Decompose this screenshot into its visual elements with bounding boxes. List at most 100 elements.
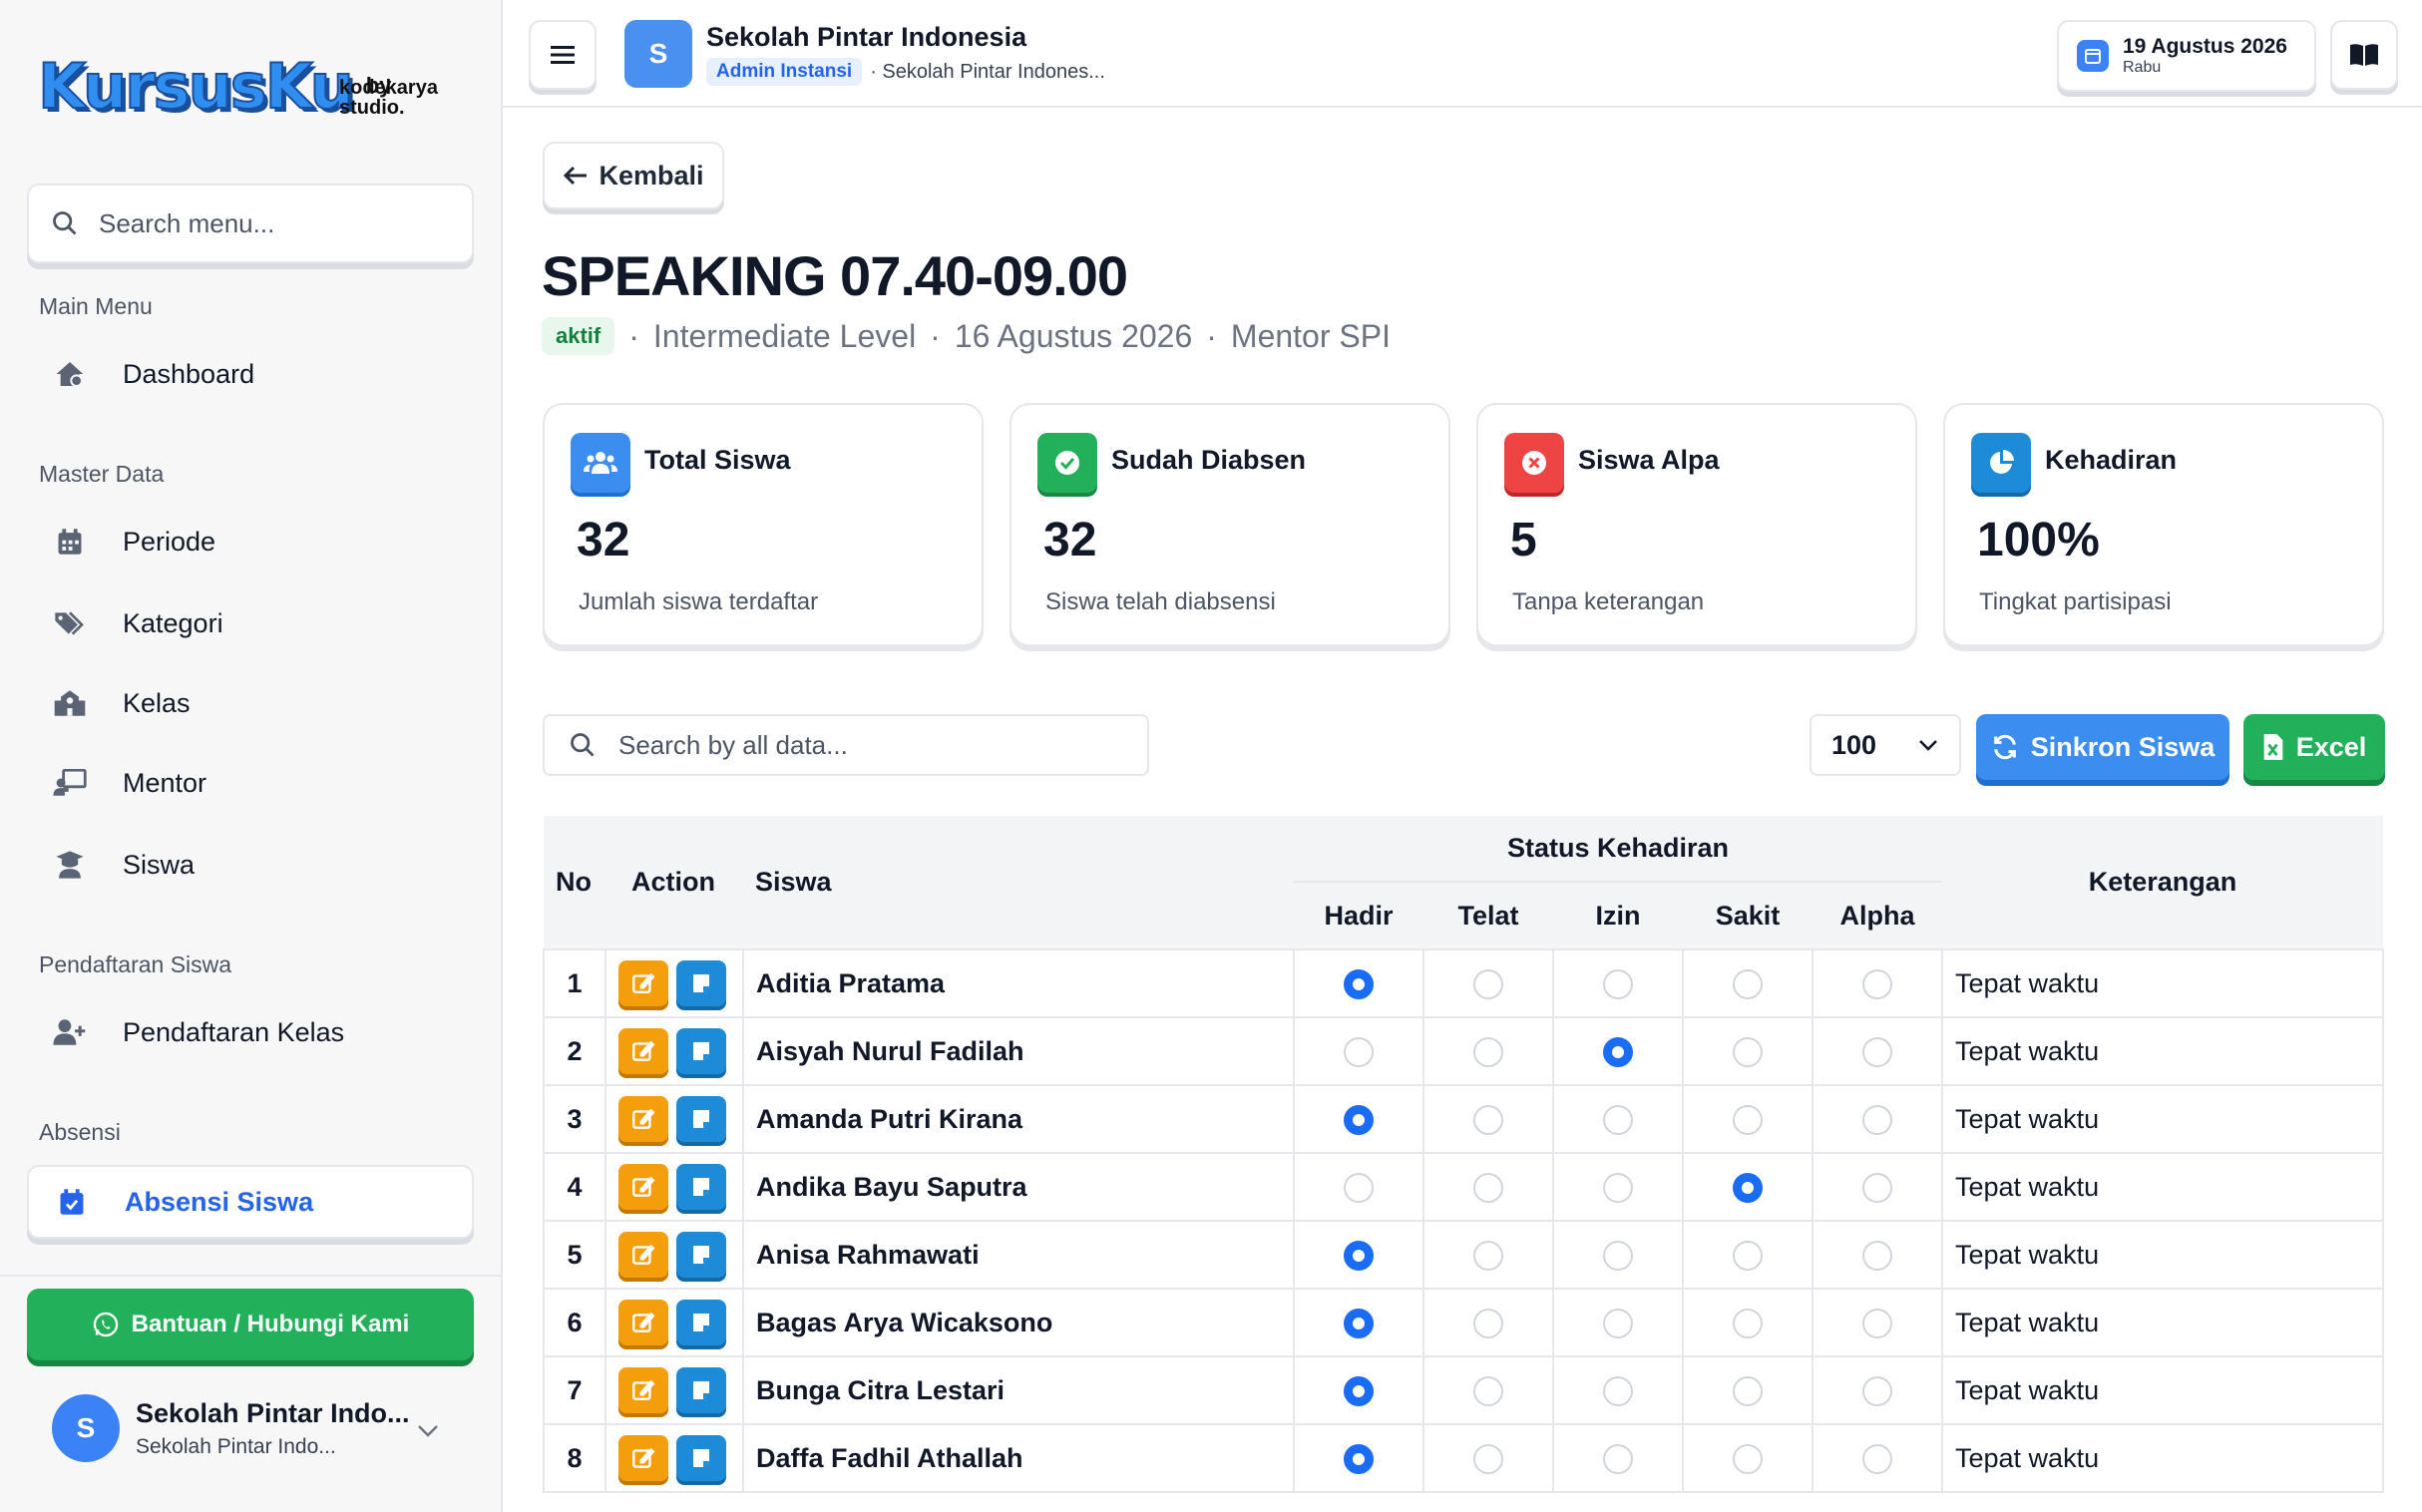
radio-izin[interactable] xyxy=(1603,1240,1633,1271)
radio-alpha[interactable] xyxy=(1862,1240,1892,1271)
file-excel-icon xyxy=(2263,734,2283,760)
sidebar-search-input[interactable] xyxy=(99,207,438,239)
logo-text: KursusKu xyxy=(37,49,355,124)
radio-alpha[interactable] xyxy=(1862,1104,1892,1135)
note-icon[interactable] xyxy=(676,1096,726,1142)
radio-hadir[interactable] xyxy=(1344,1104,1374,1135)
stat-card-total-siswa: Total Siswa 32 Jumlah siswa terdaftar xyxy=(543,403,984,646)
menu-toggle-button[interactable] xyxy=(529,20,597,90)
stat-title: Kehadiran xyxy=(2045,445,2178,475)
radio-izin[interactable] xyxy=(1603,1443,1633,1474)
section-main-menu: Main Menu xyxy=(39,293,153,319)
note-icon[interactable] xyxy=(676,1164,726,1210)
sidebar-item-pendaftaran-kelas[interactable]: Pendaftaran Kelas xyxy=(27,997,474,1067)
edit-icon[interactable] xyxy=(618,1164,668,1210)
table-row: 7 Bunga Citra Lestari Tepat waktu xyxy=(543,1355,2384,1425)
radio-alpha[interactable] xyxy=(1862,1443,1892,1474)
radio-sakit[interactable] xyxy=(1733,1036,1763,1067)
radio-alpha[interactable] xyxy=(1862,968,1892,999)
radio-alpha[interactable] xyxy=(1862,1172,1892,1203)
radio-izin[interactable] xyxy=(1603,1308,1633,1338)
note-icon[interactable] xyxy=(676,1300,726,1345)
radio-hadir[interactable] xyxy=(1344,1172,1374,1203)
radio-sakit[interactable] xyxy=(1733,1375,1763,1406)
radio-telat[interactable] xyxy=(1473,1443,1503,1474)
radio-telat[interactable] xyxy=(1473,1172,1503,1203)
sidebar-item-siswa[interactable]: Siswa xyxy=(27,830,474,900)
per-page-select[interactable]: 100 xyxy=(1810,714,1961,776)
edit-icon[interactable] xyxy=(618,1300,668,1345)
edit-icon[interactable] xyxy=(618,1028,668,1074)
edit-icon[interactable] xyxy=(618,1435,668,1481)
radio-izin[interactable] xyxy=(1603,968,1633,999)
table-row: 2 Aisyah Nurul Fadilah Tepat waktu xyxy=(543,1016,2384,1086)
radio-telat[interactable] xyxy=(1473,1375,1503,1406)
note-icon[interactable] xyxy=(676,1028,726,1074)
table-search[interactable] xyxy=(543,714,1149,776)
radio-telat[interactable] xyxy=(1473,1308,1503,1338)
radio-telat[interactable] xyxy=(1473,968,1503,999)
radio-sakit[interactable] xyxy=(1733,968,1763,999)
radio-izin[interactable] xyxy=(1603,1104,1633,1135)
student-name: Anisa Rahmawati xyxy=(742,1220,1295,1290)
radio-alpha[interactable] xyxy=(1862,1036,1892,1067)
sync-students-button[interactable]: Sinkron Siswa xyxy=(1976,714,2229,780)
attendance-table: No Action Siswa Status Kehadiran Keteran… xyxy=(543,816,2384,1493)
note-icon[interactable] xyxy=(676,1232,726,1278)
note-icon[interactable] xyxy=(676,1367,726,1413)
edit-icon[interactable] xyxy=(618,1232,668,1278)
sidebar-item-kategori[interactable]: Kategori xyxy=(27,588,474,658)
sidebar-item-periode[interactable]: Periode xyxy=(27,507,474,576)
chevron-down-icon[interactable] xyxy=(417,1424,439,1438)
radio-izin[interactable] xyxy=(1603,1375,1633,1406)
edit-icon[interactable] xyxy=(618,960,668,1006)
radio-sakit[interactable] xyxy=(1733,1240,1763,1271)
radio-sakit[interactable] xyxy=(1733,1308,1763,1338)
sidebar-item-mentor[interactable]: Mentor xyxy=(27,748,474,818)
radio-hadir[interactable] xyxy=(1344,1308,1374,1338)
radio-izin[interactable] xyxy=(1603,1036,1633,1067)
radio-telat[interactable] xyxy=(1473,1036,1503,1067)
radio-izin[interactable] xyxy=(1603,1172,1633,1203)
sidebar-item-kelas[interactable]: Kelas xyxy=(27,668,474,738)
edit-icon[interactable] xyxy=(618,1096,668,1142)
guide-book-button[interactable] xyxy=(2330,20,2398,90)
radio-hadir[interactable] xyxy=(1344,1443,1374,1474)
row-keterangan: Tepat waktu xyxy=(1941,948,2384,1018)
radio-sakit[interactable] xyxy=(1733,1443,1763,1474)
radio-hadir[interactable] xyxy=(1344,1375,1374,1406)
radio-hadir[interactable] xyxy=(1344,968,1374,999)
radio-sakit[interactable] xyxy=(1733,1172,1763,1203)
user-profile-menu[interactable]: S Sekolah Pintar Indo... Sekolah Pintar … xyxy=(52,1394,410,1462)
help-contact-button[interactable]: Bantuan / Hubungi Kami xyxy=(27,1289,474,1360)
export-excel-button[interactable]: Excel xyxy=(2243,714,2385,780)
back-button[interactable]: Kembali xyxy=(543,142,724,209)
note-icon[interactable] xyxy=(676,960,726,1006)
radio-alpha[interactable] xyxy=(1862,1375,1892,1406)
stat-value: 5 xyxy=(1510,514,1537,567)
table-row: 4 Andika Bayu Saputra Tepat waktu xyxy=(543,1152,2384,1222)
radio-alpha[interactable] xyxy=(1862,1308,1892,1338)
sidebar-item-dashboard[interactable]: Dashboard xyxy=(27,339,474,409)
radio-telat[interactable] xyxy=(1473,1240,1503,1271)
sidebar-item-label: Periode xyxy=(123,526,216,557)
radio-hadir[interactable] xyxy=(1344,1036,1374,1067)
session-meta: aktif · Intermediate Level · 16 Agustus … xyxy=(542,317,1391,355)
users-icon xyxy=(571,433,630,493)
sidebar-item-absensi-siswa[interactable]: Absensi Siswa xyxy=(27,1165,474,1239)
role-badge: Admin Instansi xyxy=(706,58,863,86)
sidebar-search[interactable] xyxy=(27,184,474,263)
avatar: S xyxy=(52,1394,120,1462)
search-icon xyxy=(571,733,595,757)
section-master-data: Master Data xyxy=(39,461,165,487)
row-number: 7 xyxy=(543,1355,606,1425)
date-display[interactable]: 19 Agustus 2026 Rabu xyxy=(2057,20,2316,92)
note-icon[interactable] xyxy=(676,1435,726,1481)
radio-telat[interactable] xyxy=(1473,1104,1503,1135)
edit-icon[interactable] xyxy=(618,1367,668,1413)
table-search-input[interactable] xyxy=(618,729,1117,761)
radio-hadir[interactable] xyxy=(1344,1240,1374,1271)
home-icon xyxy=(53,357,87,391)
radio-sakit[interactable] xyxy=(1733,1104,1763,1135)
student-name: Daffa Fadhil Athallah xyxy=(742,1423,1295,1493)
